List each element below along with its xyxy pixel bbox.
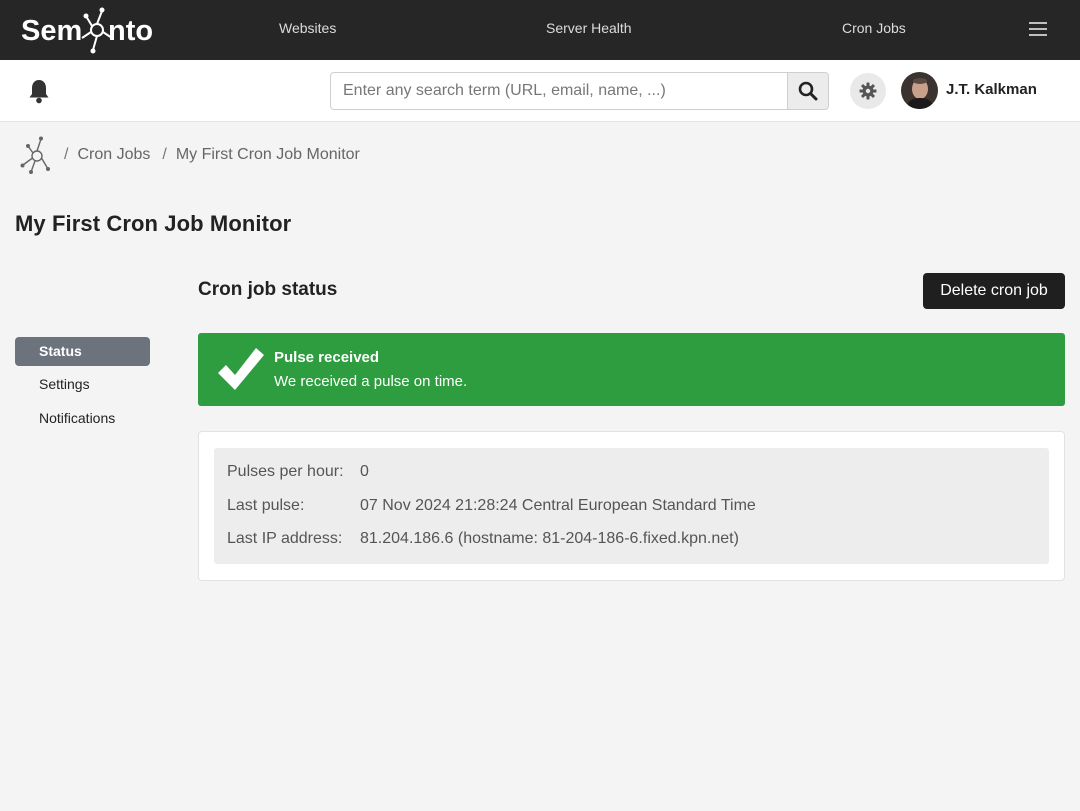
checkmark-icon: [218, 348, 264, 390]
details-panel: Pulses per hour: 0 Last pulse: 07 Nov 2024…: [214, 448, 1049, 564]
nav-server-health[interactable]: Server Health: [546, 20, 632, 36]
search-bar: [330, 72, 830, 110]
status-alert: Pulse received We received a pulse on ti…: [198, 333, 1065, 406]
nav-websites[interactable]: Websites: [279, 20, 336, 36]
detail-label: Last pulse:: [227, 497, 305, 514]
header-bar: J.T. Kalkman: [0, 60, 1080, 122]
home-icon[interactable]: [18, 135, 52, 175]
detail-row-pulses: Pulses per hour: 0: [227, 463, 369, 481]
search-input[interactable]: [330, 72, 788, 110]
hamburger-menu-icon[interactable]: [1029, 22, 1047, 38]
search-button[interactable]: [787, 72, 829, 110]
alert-text: We received a pulse on time.: [274, 373, 468, 390]
breadcrumb-current: My First Cron Job Monitor: [175, 146, 360, 163]
sidebar-item-status[interactable]: Status: [15, 337, 150, 366]
bell-icon[interactable]: [27, 78, 51, 104]
svg-text:Sem: Sem: [21, 15, 82, 47]
avatar[interactable]: [901, 72, 938, 109]
breadcrumb-separator: /: [162, 146, 167, 163]
breadcrumb: / Cron Jobs / My First Cron Job Monitor: [18, 135, 360, 175]
gear-icon: [859, 82, 877, 100]
settings-button[interactable]: [850, 73, 886, 109]
top-navbar: Sem nto Websites Server Health Cron Jobs: [0, 0, 1080, 60]
sidebar-item-settings[interactable]: Settings: [15, 370, 150, 399]
search-icon: [798, 81, 818, 101]
details-card: Pulses per hour: 0 Last pulse: 07 Nov 2024…: [198, 431, 1065, 581]
detail-value: 07 Nov 2024 21:28:24 Central European St…: [360, 497, 756, 514]
sidebar-item-notifications[interactable]: Notifications: [15, 404, 150, 433]
alert-title: Pulse received: [274, 349, 380, 366]
page-title: My First Cron Job Monitor: [15, 211, 292, 236]
detail-value: 81.204.186.6 (hostname: 81-204-186-6.fix…: [360, 530, 739, 547]
semonto-logo[interactable]: Sem nto: [20, 6, 156, 56]
user-name[interactable]: J.T. Kalkman: [946, 81, 1037, 98]
delete-cron-job-button[interactable]: Delete cron job: [923, 273, 1065, 309]
breadcrumb-cron-jobs[interactable]: Cron Jobs: [77, 146, 150, 164]
detail-label: Last IP address:: [227, 530, 343, 547]
detail-value: 0: [360, 463, 369, 480]
nav-cron-jobs[interactable]: Cron Jobs: [842, 20, 906, 36]
detail-row-last-pulse: Last pulse: 07 Nov 2024 21:28:24 Central …: [227, 497, 756, 515]
breadcrumb-separator: /: [64, 146, 69, 163]
section-title: Cron job status: [198, 279, 338, 300]
detail-row-last-ip: Last IP address: 81.204.186.6 (hostname: …: [227, 530, 739, 548]
svg-text:nto: nto: [108, 15, 153, 47]
detail-label: Pulses per hour:: [227, 463, 344, 480]
